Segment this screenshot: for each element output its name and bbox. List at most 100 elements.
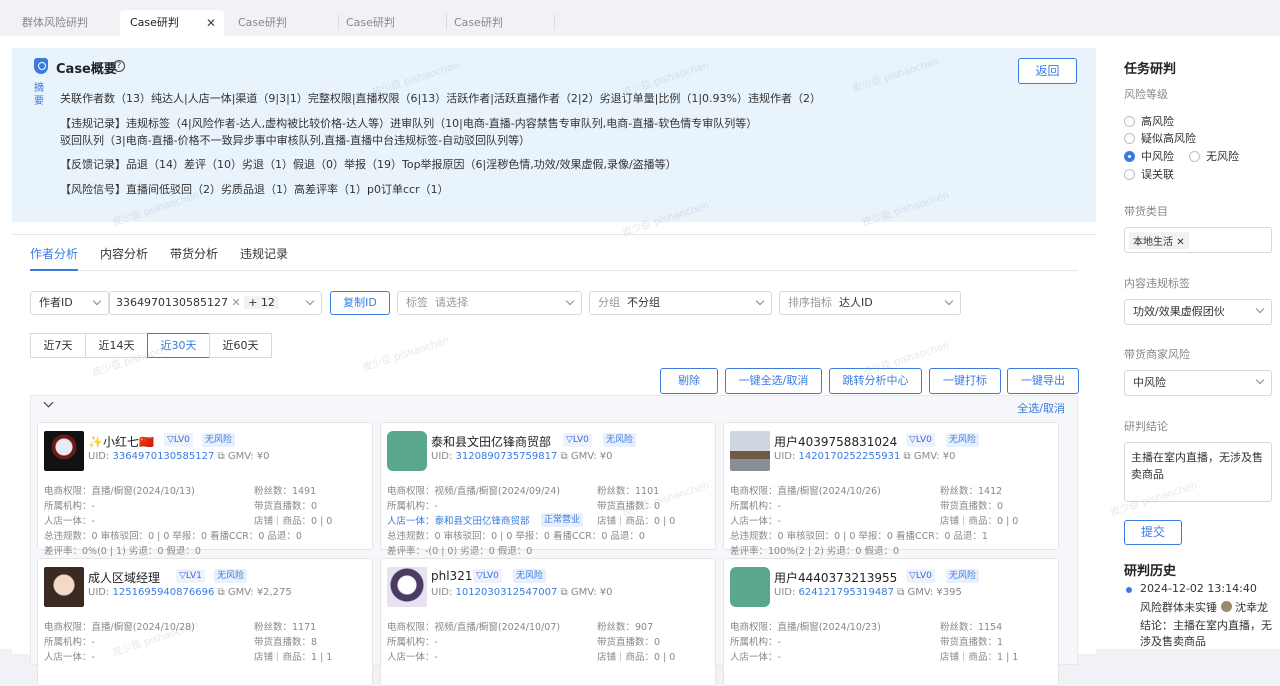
jump-analysis-center-button[interactable]: 跳转分析中心 <box>829 368 922 394</box>
group-select[interactable]: 分组 不分组 <box>589 291 772 315</box>
tab-group-risk[interactable]: 群体风险研判 <box>22 10 112 36</box>
live-count-row: 带货直播数：0 <box>597 637 661 648</box>
author-card[interactable]: 泰和县文田亿锋商贸部 ▽LV0 无风险 UID: 312089073575981… <box>380 422 716 557</box>
tab-case-4[interactable]: Case研判 <box>454 10 544 36</box>
close-icon[interactable]: ✕ <box>1176 237 1184 248</box>
uid-link[interactable]: 1012030312547007 <box>456 587 558 598</box>
category-select[interactable]: 本地生活 ✕ <box>1124 227 1272 253</box>
chevron-down-icon[interactable] <box>43 397 54 408</box>
select-all-toggle-button[interactable]: 一键全选/取消 <box>725 368 822 394</box>
merchant-risk-value: 中风险 <box>1133 376 1166 389</box>
tab-divider <box>338 14 339 30</box>
violation-tag-label: 内容违规标签 <box>1124 277 1190 290</box>
uid-link[interactable]: 1251695940876696 <box>113 587 215 598</box>
tab-case-2[interactable]: Case研判 <box>238 10 328 36</box>
uid-link[interactable]: 624121795319487 <box>799 587 894 598</box>
org-row: 所属机构：- <box>387 637 438 648</box>
risk-level-label: 风险等级 <box>1124 88 1168 101</box>
tab-author-analysis[interactable]: 作者分析 <box>30 245 79 271</box>
radio-medium-risk[interactable]: 中风险 <box>1124 148 1174 164</box>
level-badge: ▽LV0 <box>563 433 592 447</box>
tab-label: 群体风险研判 <box>22 16 88 29</box>
org-row: 所属机构：- <box>730 501 781 512</box>
violation-row: 总违规数：0 审核驳回：0 | 0 举报：0 看播CCR：0 品退：0 <box>387 531 645 542</box>
analysis-panel: 作者分析 内容分析 带货分析 违规记录 作者ID 336497013058512… <box>12 234 1096 686</box>
tab-sales-analysis[interactable]: 带货分析 <box>170 245 218 271</box>
tab-content-analysis[interactable]: 内容分析 <box>100 245 148 271</box>
shop-bind-row: 人店一体：- <box>44 516 95 527</box>
period-7d[interactable]: 近7天 <box>30 333 86 358</box>
help-icon[interactable]: ? <box>113 60 125 72</box>
category-tag: 本地生活 ✕ <box>1129 232 1189 249</box>
overview-line-reject: 驳回队列（3|电商-直播-价格不一致异步事中审核队列,直播-直播中台违规标签-自… <box>60 134 531 147</box>
author-card[interactable]: 成人区域经理 ▽LV1 无风险 UID: 1251695940876696 ⧉ … <box>37 558 373 686</box>
permission-row: 电商权限：直播/橱窗(2024/10/26) <box>730 486 881 497</box>
risk-badge: 无风险 <box>214 569 248 583</box>
copy-id-button[interactable]: 复制ID <box>330 291 390 315</box>
period-14d[interactable]: 近14天 <box>85 333 148 358</box>
author-name: 用户4440373213955 <box>774 571 898 585</box>
live-count-row: 带货直播数：1 <box>940 637 1004 648</box>
org-row: 所属机构：- <box>44 501 95 512</box>
org-row: 所属机构：- <box>730 637 781 648</box>
history-conclusion-line-2: 涉及售卖商品 <box>1140 635 1206 648</box>
overview-line-signal: 【风险信号】直播间低驳回（2）劣质品退（1）高差评率（1）p0订单ccr（1） <box>60 183 449 196</box>
author-card[interactable]: phl321 ▽LV0 无风险 UID: 1012030312547007 ⧉ … <box>380 558 716 686</box>
uid-link[interactable]: 3120890735759817 <box>456 451 558 462</box>
conclusion-textarea[interactable]: 主播在室内直播，无涉及售卖商品 <box>1124 442 1272 502</box>
export-button[interactable]: 一键导出 <box>1007 368 1079 394</box>
radio-high-risk[interactable]: 高风险 <box>1124 113 1174 129</box>
shop-bind-row[interactable]: 人店一体：泰和县文田亿锋商贸部 <box>387 513 530 527</box>
uid-link[interactable]: 1420170252255931 <box>799 451 901 462</box>
radio-circle <box>1124 116 1135 127</box>
shop-bind-row: 人店一体：- <box>730 516 781 527</box>
select-all-link[interactable]: 全选/取消 <box>1017 400 1065 416</box>
chevron-down-icon <box>755 296 765 306</box>
author-id-input[interactable]: 3364970130585127 ✕ + 12 <box>109 291 322 315</box>
history-user: 沈幸龙 <box>1235 601 1268 614</box>
chevron-down-icon <box>305 296 315 306</box>
violation-tag-select[interactable]: 功效/效果虚假团伙 <box>1124 299 1272 325</box>
radio-circle-selected <box>1124 151 1135 162</box>
shop-goods-row: 店铺｜商品：0 | 0 <box>597 516 676 527</box>
radio-no-risk[interactable]: 无风险 <box>1189 148 1239 164</box>
sort-value: 达人ID <box>839 296 873 309</box>
permission-row: 电商权限：直播/橱窗(2024/10/13) <box>44 486 195 497</box>
avatar <box>44 567 84 607</box>
analysis-tabs: 作者分析 内容分析 带货分析 违规记录 <box>30 245 1078 271</box>
remove-button[interactable]: 剔除 <box>660 368 718 394</box>
sort-select[interactable]: 排序指标 达人ID <box>779 291 961 315</box>
gmv-value: ¥0 <box>599 587 613 598</box>
author-name: 泰和县文田亿锋商贸部 <box>431 435 552 449</box>
radio-suspected-high-risk[interactable]: 疑似高风险 <box>1124 130 1196 146</box>
submit-button[interactable]: 提交 <box>1124 520 1182 545</box>
tab-case-active[interactable]: Case研判 ✕ <box>120 10 224 36</box>
author-id-type-select[interactable]: 作者ID <box>30 291 109 315</box>
merchant-risk-select[interactable]: 中风险 <box>1124 370 1272 396</box>
radio-misassociation[interactable]: 误关联 <box>1124 166 1174 182</box>
history-time: 2024-12-02 13:14:40 <box>1140 582 1257 595</box>
tab-violation-records[interactable]: 违规记录 <box>240 245 288 271</box>
org-row: 所属机构：- <box>387 501 438 512</box>
tag-select[interactable]: 标签 请选择 <box>397 291 582 315</box>
period-60d[interactable]: 近60天 <box>209 333 272 358</box>
author-id-value: 3364970130585127 <box>116 296 228 309</box>
close-icon[interactable]: ✕ <box>206 10 216 36</box>
fans-row: 粉丝数：907 <box>597 622 654 633</box>
fans-row: 粉丝数：1491 <box>254 486 317 497</box>
author-card[interactable]: 用户4440373213955 ▽LV0 无风险 UID: 6241217953… <box>723 558 1059 686</box>
overview-line-feedback: 【反馈记录】品退（14）差评（10）劣退（1）假退（0）举报（19）Top举报原… <box>60 158 677 171</box>
author-card[interactable]: 用户4039758831024 ▽LV0 无风险 UID: 1420170252… <box>723 422 1059 557</box>
uid-link[interactable]: 3364970130585127 <box>113 451 215 462</box>
author-id-label: 作者ID <box>39 296 73 309</box>
shop-bind-row: 人店一体：- <box>44 652 95 663</box>
remove-tag-icon[interactable]: ✕ <box>231 296 244 309</box>
tab-case-3[interactable]: Case研判 <box>346 10 436 36</box>
back-button[interactable]: 返回 <box>1018 58 1077 84</box>
category-tag-text: 本地生活 <box>1133 237 1173 248</box>
radio-label: 无风险 <box>1206 150 1239 163</box>
author-card[interactable]: ✨小红七🇨🇳 ▽LV0 无风险 UID: 3364970130585127 ⧉ … <box>37 422 373 557</box>
batch-tag-button[interactable]: 一键打标 <box>929 368 1001 394</box>
period-30d[interactable]: 近30天 <box>147 333 210 358</box>
permission-row: 电商权限：视频/直播/橱窗(2024/09/24) <box>387 486 561 497</box>
